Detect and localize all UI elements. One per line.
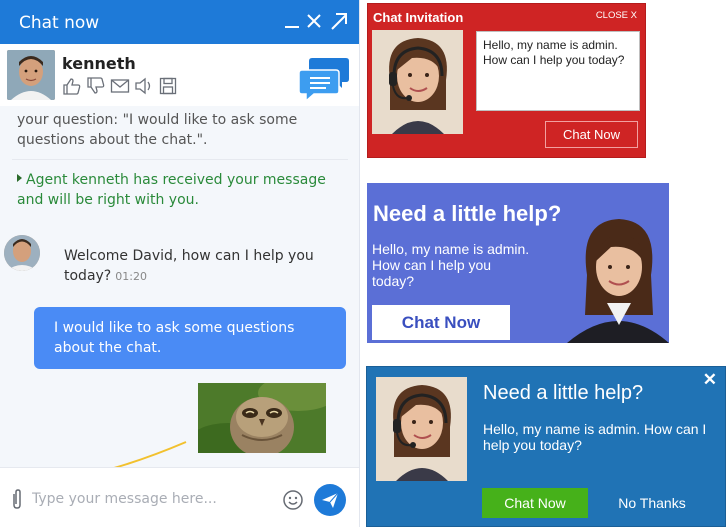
sound-icon[interactable] xyxy=(134,77,154,95)
minimize-icon[interactable] xyxy=(281,9,303,33)
divider xyxy=(12,159,348,160)
purple-chat-invitation: Need a little help? Hello, my name is ad… xyxy=(367,183,669,343)
thumbs-down-icon[interactable] xyxy=(86,77,106,95)
message-timestamp: 01:20 xyxy=(115,270,147,283)
user-message-text: I would like to ask some questions about… xyxy=(54,320,295,356)
chat-bubbles-icon xyxy=(298,58,349,102)
invitation-title: Need a little help? xyxy=(483,382,644,404)
agent-notification: Agent kenneth has received your message … xyxy=(17,170,337,210)
send-button[interactable] xyxy=(314,484,346,516)
agent-message: Welcome David, how can I help you today?… xyxy=(64,246,334,287)
no-thanks-button[interactable]: No Thanks xyxy=(612,488,692,518)
message-input[interactable] xyxy=(32,486,272,512)
chat-now-button[interactable]: Chat Now xyxy=(482,488,588,518)
close-button[interactable]: CLOSE X xyxy=(596,10,637,21)
agent-toolbar xyxy=(62,77,178,95)
close-icon[interactable] xyxy=(303,9,325,33)
caret-right-icon xyxy=(17,174,22,182)
message-composer xyxy=(0,467,359,527)
send-icon xyxy=(322,492,339,508)
agent-avatar xyxy=(7,50,55,100)
operator-photo xyxy=(376,377,467,481)
invitation-message: Hello, my name is admin. How can I help … xyxy=(476,31,640,111)
chat-widget: Chat now kenneth your question: "I would… xyxy=(0,0,360,527)
invitation-title: Chat Invitation xyxy=(373,10,464,25)
invitation-message: Hello, my name is admin. How can I help … xyxy=(483,421,707,453)
emoji-icon[interactable] xyxy=(282,489,304,511)
system-message: your question: "I would like to ask some… xyxy=(17,112,298,148)
invitation-message: Hello, my name is admin. How can I help … xyxy=(372,241,530,289)
agent-bar: kenneth xyxy=(0,44,359,106)
agent-avatar-small xyxy=(4,235,40,271)
thumbs-up-icon[interactable] xyxy=(62,77,82,95)
close-icon[interactable]: ✕ xyxy=(703,370,717,390)
red-chat-invitation: Chat Invitation CLOSE X Hello, my name i… xyxy=(367,3,646,158)
agent-name: kenneth xyxy=(62,54,136,73)
invitation-title: Need a little help? xyxy=(373,201,562,226)
operator-photo xyxy=(372,30,463,134)
chat-now-button[interactable]: Chat Now xyxy=(545,121,638,148)
agent-message-text: Welcome David, how can I help you today? xyxy=(64,248,314,284)
chat-header: Chat now xyxy=(0,0,359,44)
owl-image[interactable] xyxy=(198,383,326,453)
user-message-bubble: I would like to ask some questions about… xyxy=(34,307,346,369)
email-icon[interactable] xyxy=(110,77,130,95)
save-icon[interactable] xyxy=(158,77,178,95)
blue-chat-invitation: ✕ Need a little help? Hello, my name is … xyxy=(366,366,726,527)
operator-photo xyxy=(567,219,669,343)
popout-icon[interactable] xyxy=(328,9,350,33)
chat-title: Chat now xyxy=(19,13,100,33)
chat-now-button[interactable]: Chat Now xyxy=(372,305,510,340)
agent-notification-text: Agent kenneth has received your message … xyxy=(17,172,326,208)
paperclip-icon[interactable] xyxy=(8,488,26,512)
